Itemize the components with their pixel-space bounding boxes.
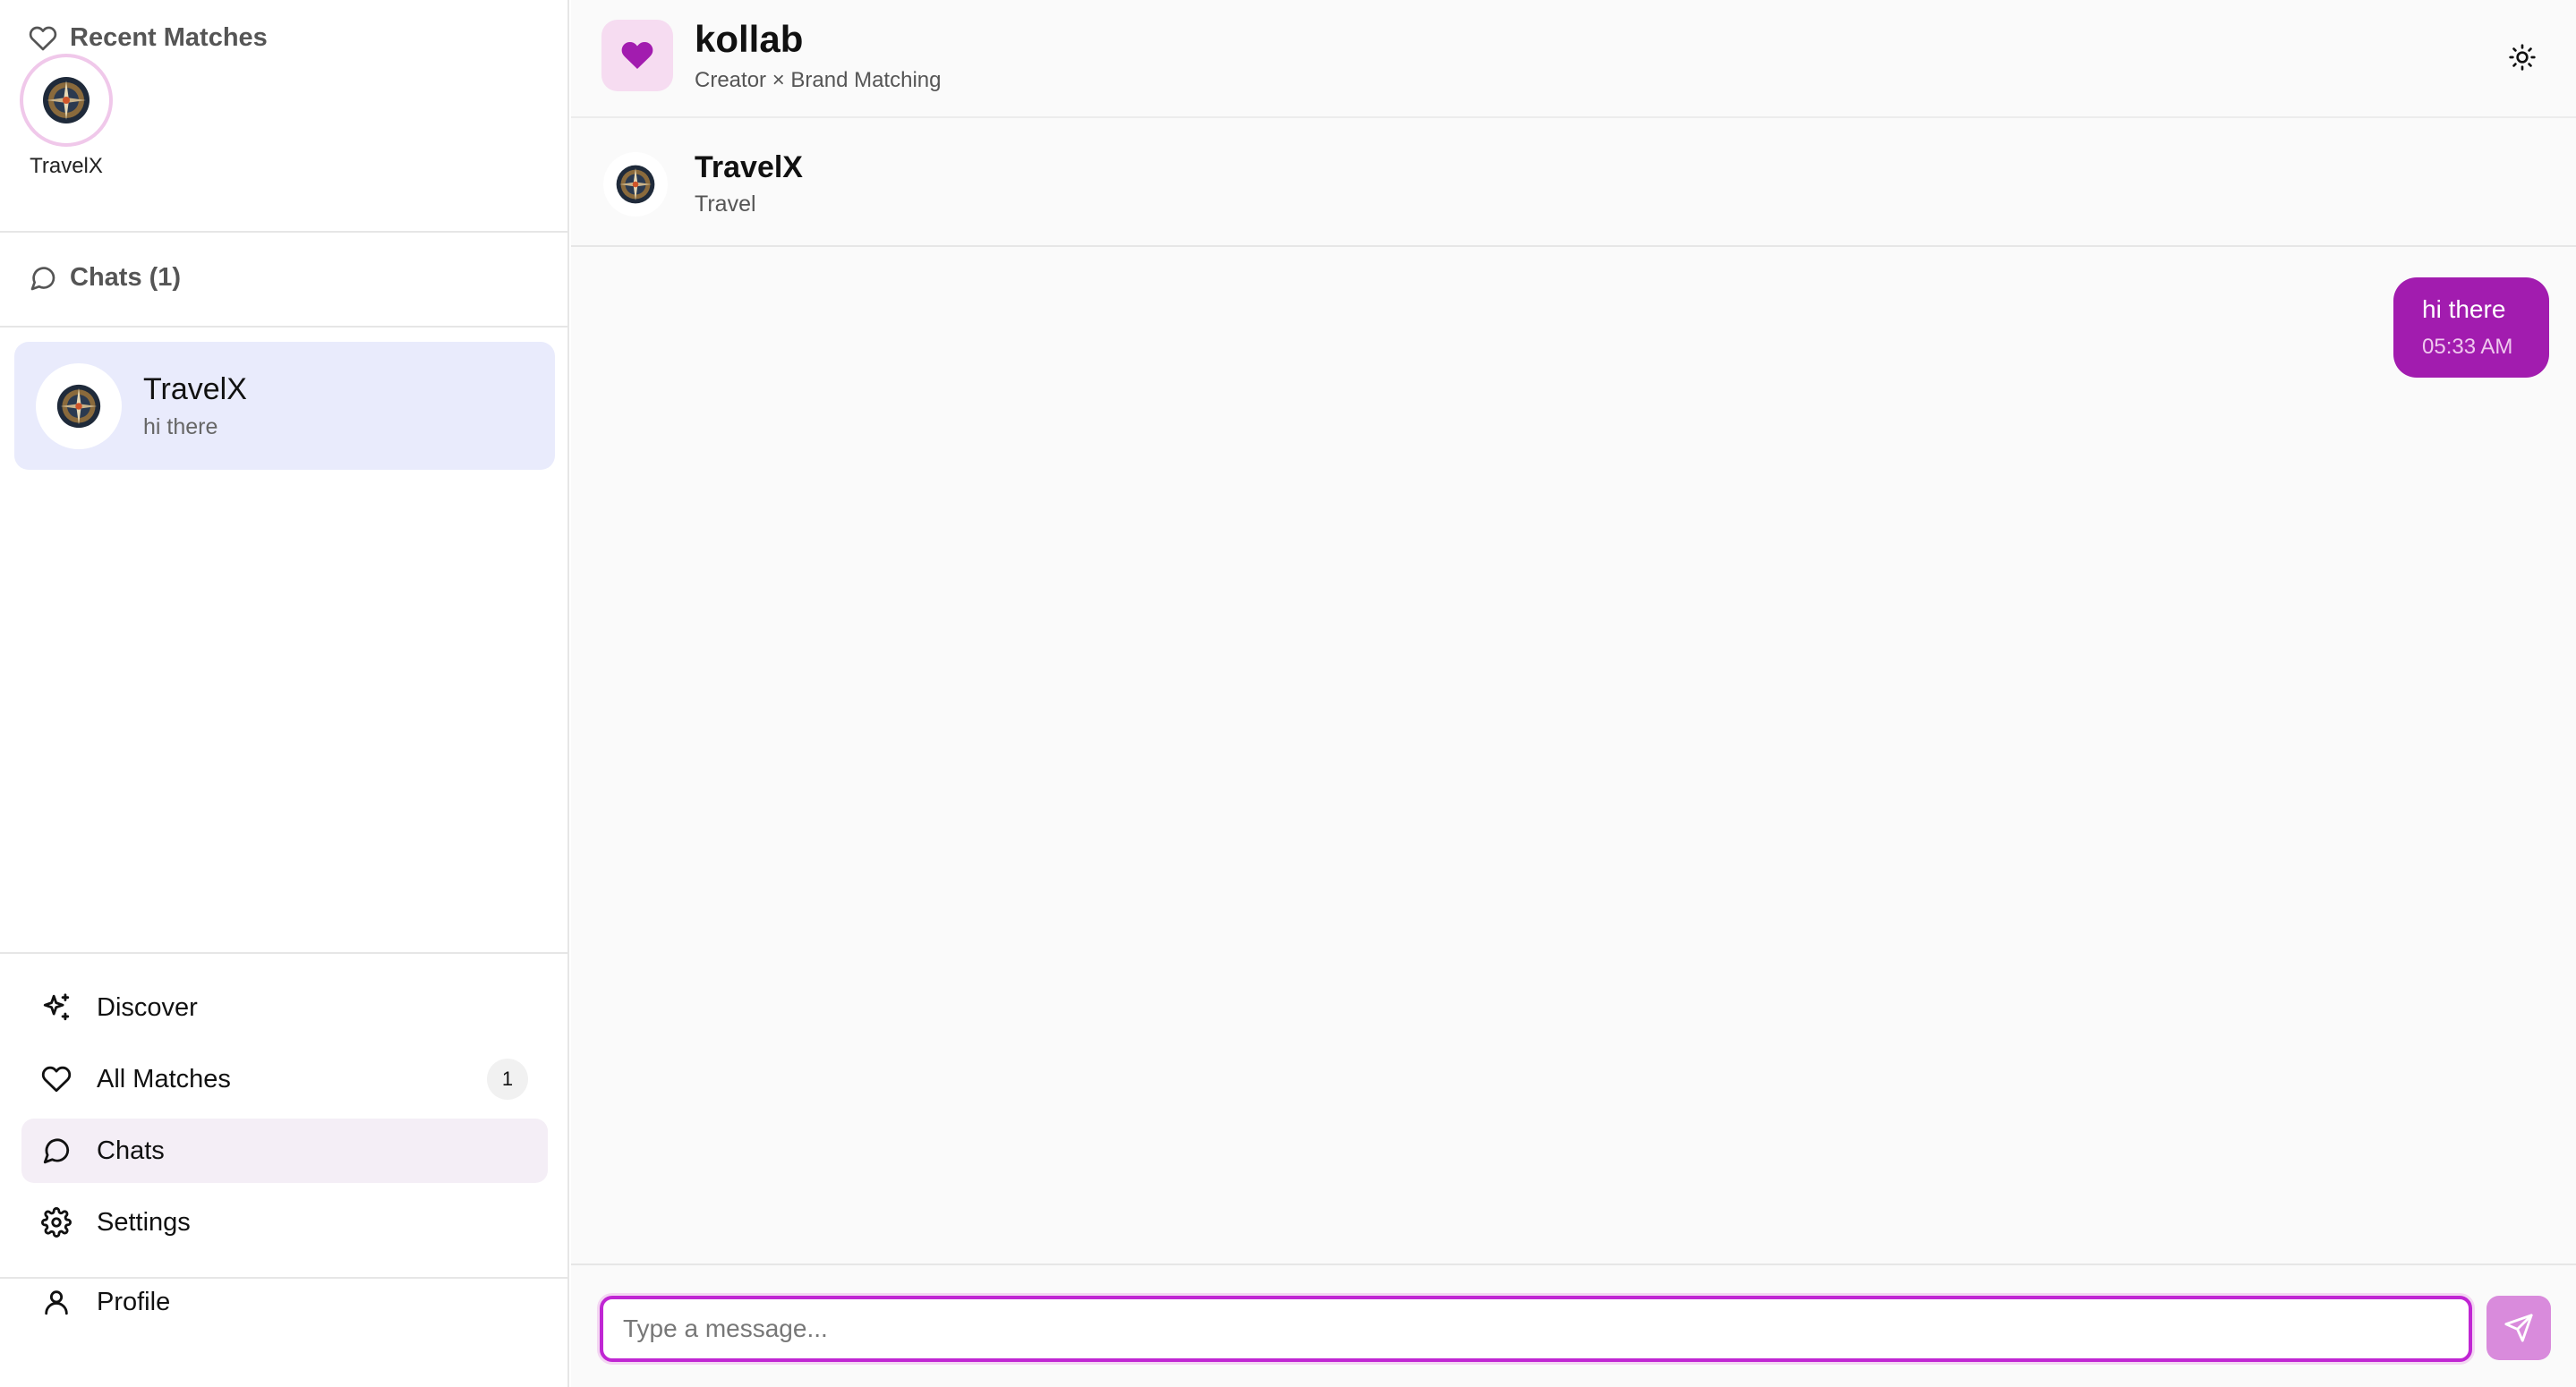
- message-input[interactable]: [600, 1296, 2472, 1362]
- divider: [0, 231, 569, 233]
- send-button[interactable]: [2486, 1296, 2551, 1360]
- heart-filled-icon: [621, 41, 653, 69]
- theme-toggle-button[interactable]: [2501, 36, 2544, 79]
- profile-section: Profile: [21, 1288, 548, 1340]
- compass-logo-icon: [616, 165, 655, 204]
- divider: [0, 326, 569, 328]
- message-circle-icon: [43, 1138, 70, 1164]
- sparkles-icon: [43, 993, 70, 1021]
- chat-item-preview: hi there: [143, 413, 218, 439]
- chats-title: Chats (1): [70, 263, 182, 292]
- nav-item-all-matches[interactable]: All Matches 1: [21, 1047, 548, 1111]
- nav-item-settings[interactable]: Settings: [21, 1190, 548, 1255]
- nav-item-label: Profile: [97, 1287, 171, 1316]
- message-composer: [571, 1264, 2576, 1387]
- chat-item-text: TravelX hi there: [143, 372, 247, 440]
- user-icon: [45, 1290, 68, 1315]
- divider: [0, 952, 569, 954]
- nav-item-label: All Matches: [97, 1064, 231, 1093]
- nav-item-label: Discover: [97, 992, 198, 1022]
- heart-outline-icon: [29, 26, 57, 50]
- message-text: hi there: [2422, 295, 2506, 323]
- main-panel: kollab Creator × Brand Matching TravelX …: [571, 0, 2576, 1387]
- chat-item-name: TravelX: [143, 371, 247, 406]
- app-title: kollab: [695, 18, 804, 60]
- avatar[interactable]: [20, 54, 113, 147]
- nav-item-label: Settings: [97, 1207, 191, 1237]
- gear-icon: [41, 1207, 72, 1238]
- recent-match-name: TravelX: [30, 154, 103, 178]
- app-logo: [601, 20, 673, 91]
- nav-item-chats[interactable]: Chats: [21, 1119, 548, 1183]
- app-subtitle: Creator × Brand Matching: [695, 68, 942, 92]
- compass-logo-icon: [43, 77, 90, 123]
- message-timestamp: 05:33 AM: [2422, 335, 2513, 359]
- chat-list-item-travelx[interactable]: TravelX hi there: [14, 342, 555, 470]
- heart-icon: [41, 1066, 72, 1093]
- conversation-header: TravelX Travel: [571, 120, 2576, 247]
- message-circle-icon: [30, 266, 55, 290]
- avatar: [603, 152, 668, 217]
- app-root: Recent Matches TravelX Chats (1) TravelX…: [0, 0, 2576, 1387]
- matches-count-badge: 1: [487, 1059, 528, 1100]
- avatar: [36, 362, 122, 449]
- nav-item-label: Chats: [97, 1136, 165, 1165]
- sidebar: Recent Matches TravelX Chats (1) TravelX…: [0, 0, 569, 1387]
- message-bubble-outgoing: hi there 05:33 AM: [2393, 277, 2549, 378]
- chats-header: Chats (1): [29, 263, 181, 293]
- recent-matches-header: Recent Matches: [29, 23, 268, 53]
- conversation-category: Travel: [695, 191, 756, 217]
- sun-icon: [2509, 44, 2536, 71]
- recent-match-travelx[interactable]: TravelX: [13, 54, 120, 179]
- recent-matches-title: Recent Matches: [70, 23, 268, 52]
- nav-item-profile[interactable]: Profile: [21, 1271, 548, 1333]
- main-nav: Discover All Matches 1 Chats Settings: [21, 975, 548, 1262]
- send-icon: [2504, 1314, 2533, 1342]
- conversation-name: TravelX: [695, 150, 803, 184]
- nav-item-discover[interactable]: Discover: [21, 975, 548, 1040]
- compass-logo-icon: [56, 384, 101, 428]
- top-bar: kollab Creator × Brand Matching: [571, 0, 2576, 118]
